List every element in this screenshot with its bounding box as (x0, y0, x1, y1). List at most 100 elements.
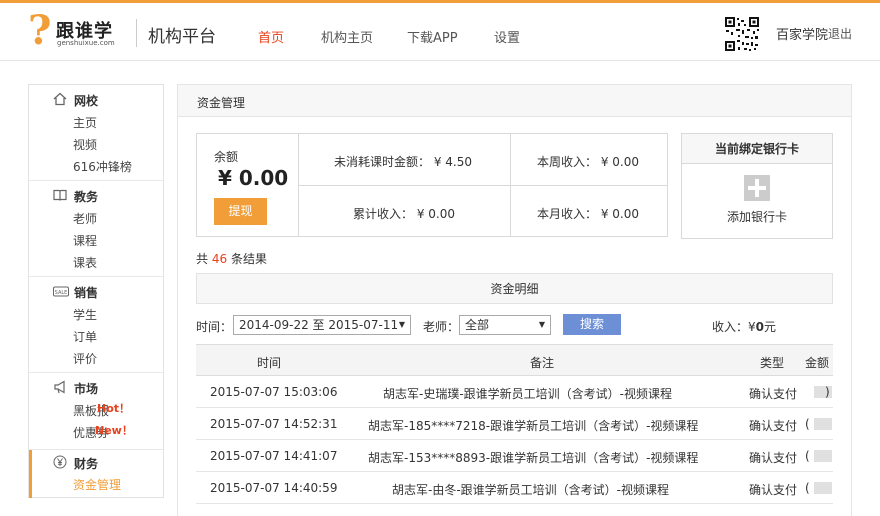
table-header: 时间 备注 类型 金额 (196, 344, 833, 376)
sidebar-section-market: 市场 黑板报 Hot！ 优惠券 New！ (29, 373, 163, 450)
amount-redaction (814, 450, 832, 462)
date-range-value: 2014-09-22 至 2015-07-11 (239, 318, 399, 332)
row-time: 2015-07-07 14:52:31 (210, 417, 338, 431)
row-note: 胡志军-185****7218-跟谁学新员工培训（含考试）-视频课程 (368, 419, 699, 433)
bank-card-title: 当前绑定银行卡 (682, 134, 832, 164)
sidebar-section-finance: 财务 资金管理 (29, 450, 163, 498)
result-number: 46 (211, 252, 228, 266)
book-icon (53, 188, 67, 202)
row-note: 胡志军-由冬-跟谁学新员工培训（含考试）-视频课程 (392, 483, 669, 497)
sidebar-section-school: 网校 主页 视频 616冲锋榜 (29, 85, 163, 181)
sidebar-section-title: 市场 (74, 382, 99, 396)
home-icon (53, 92, 67, 106)
row-time: 2015-07-07 14:41:07 (210, 449, 338, 463)
search-button[interactable]: 搜索 (563, 314, 621, 335)
sidebar-item-reviews[interactable]: 评价 (73, 350, 97, 367)
row-note: 胡志军-153****8893-跟谁学新员工培训（含考试）-视频课程 (368, 451, 699, 465)
balance-panel: 余额 ¥ 0.00 提现 未消耗课时金额： ¥ 4.50 本周收入： ¥ 0.0… (196, 133, 668, 237)
header: ? 跟谁学 genshuixue.com 机构平台 首页 机构主页 下载APP … (0, 3, 880, 61)
sale-icon: SALE (53, 284, 69, 298)
sidebar-item-courses[interactable]: 课程 (73, 232, 97, 249)
table-row: 2015-07-07 14:52:31 胡志军-185****7218-跟谁学新… (196, 408, 833, 440)
row-time: 2015-07-07 15:03:06 (210, 385, 338, 399)
teacher-select-value: 全部 (465, 318, 490, 332)
svg-text:SALE: SALE (55, 290, 68, 296)
result-prefix: 共 (196, 252, 209, 266)
chevron-down-icon: ▼ (398, 320, 405, 329)
unconsumed-amount: 未消耗课时金额： ¥ 4.50 (334, 155, 472, 169)
sidebar-item-teachers[interactable]: 老师 (73, 210, 97, 227)
column-header-type: 类型 (760, 356, 785, 370)
logo-domain: genshuixue.com (57, 39, 115, 47)
teacher-filter-label: 老师： (423, 320, 460, 334)
sidebar: 网校 主页 视频 616冲锋榜 教务 老师 课程 课表 SALE 销售 学生 订… (28, 84, 164, 498)
qr-code-icon[interactable] (724, 16, 760, 52)
total-income: 累计收入： ¥ 0.00 (353, 207, 455, 221)
sidebar-item-schedule[interactable]: 课表 (73, 254, 97, 271)
sidebar-item-home[interactable]: 主页 (73, 114, 97, 131)
sidebar-section-sales: SALE 销售 学生 订单 评价 (29, 277, 163, 373)
date-range-select[interactable]: 2014-09-22 至 2015-07-11 ▼ (233, 315, 411, 335)
time-filter-label: 时间： (196, 320, 233, 334)
divider (510, 134, 511, 236)
balance-label: 余额 (214, 150, 239, 164)
logo-mark-icon: ? (28, 7, 52, 54)
sidebar-section-title: 网校 (74, 94, 99, 108)
add-bank-card-button[interactable]: 添加银行卡 (682, 208, 832, 225)
row-amount: ( (805, 417, 810, 431)
withdraw-button[interactable]: 提现 (214, 198, 267, 225)
row-amount: ) (825, 385, 830, 399)
main-title-bar: 资金管理 (177, 84, 852, 117)
logout-link[interactable]: 退出 (828, 25, 852, 42)
divider (299, 185, 667, 186)
income-suffix: 元 (764, 320, 777, 334)
amount-redaction (814, 482, 832, 494)
result-count: 共 46 条结果 (196, 250, 267, 267)
fund-detail-heading: 资金明细 (196, 273, 833, 304)
sidebar-item-video[interactable]: 视频 (73, 136, 97, 153)
row-type: 确认支付 (749, 483, 798, 497)
platform-title: 机构平台 (148, 27, 216, 47)
sidebar-section-title: 教务 (74, 190, 99, 204)
row-amount: ( (805, 449, 810, 463)
bank-card-panel: 当前绑定银行卡 添加银行卡 (681, 133, 833, 239)
sidebar-section-title: 财务 (74, 457, 99, 471)
nav-home[interactable]: 首页 (258, 27, 284, 46)
row-type: 确认支付 (749, 419, 798, 433)
balance-amount: ¥ 0.00 (218, 166, 289, 190)
column-header-note: 备注 (530, 356, 555, 370)
chevron-down-icon: ▼ (538, 320, 545, 329)
nav-download-app[interactable]: 下载APP (407, 27, 458, 46)
sidebar-item-orders[interactable]: 订单 (73, 328, 97, 345)
sidebar-item-leaderboard[interactable]: 616冲锋榜 (73, 158, 132, 175)
income-prefix: 收入：¥ (712, 320, 756, 334)
row-note: 胡志军-史瑞璞-跟谁学新员工培训（含考试）-视频课程 (383, 387, 672, 401)
new-badge: New！ (95, 424, 133, 437)
sidebar-section-teaching: 教务 老师 课程 课表 (29, 181, 163, 277)
nav-settings[interactable]: 设置 (494, 27, 520, 46)
income-summary: 收入：¥0元 (712, 318, 776, 335)
hot-badge: Hot！ (97, 402, 131, 415)
logo[interactable]: ? 跟谁学 genshuixue.com (28, 7, 138, 54)
week-income: 本周收入： ¥ 0.00 (537, 155, 639, 169)
sidebar-item-fund-management[interactable]: 资金管理 (73, 476, 121, 493)
user-name[interactable]: 百家学院 (776, 24, 828, 43)
teacher-select[interactable]: 全部 ▼ (459, 315, 551, 335)
month-income: 本月收入： ¥ 0.00 (537, 207, 639, 221)
column-header-amount: 金额 (805, 356, 830, 370)
amount-redaction (814, 418, 832, 430)
table-row: 2015-07-07 14:40:59 胡志军-由冬-跟谁学新员工培训（含考试）… (196, 472, 833, 504)
row-time: 2015-07-07 14:40:59 (210, 481, 338, 495)
page-title: 资金管理 (197, 96, 246, 110)
header-divider (136, 19, 137, 47)
row-amount: ( (805, 481, 810, 495)
plus-icon[interactable] (744, 175, 770, 201)
sidebar-item-students[interactable]: 学生 (73, 306, 97, 323)
nav-org-home[interactable]: 机构主页 (321, 27, 373, 46)
income-value: 0 (755, 320, 764, 334)
result-suffix: 条结果 (230, 252, 267, 266)
yen-icon (53, 455, 67, 469)
row-type: 确认支付 (749, 451, 798, 465)
megaphone-icon (53, 380, 67, 394)
row-type: 确认支付 (749, 387, 798, 401)
